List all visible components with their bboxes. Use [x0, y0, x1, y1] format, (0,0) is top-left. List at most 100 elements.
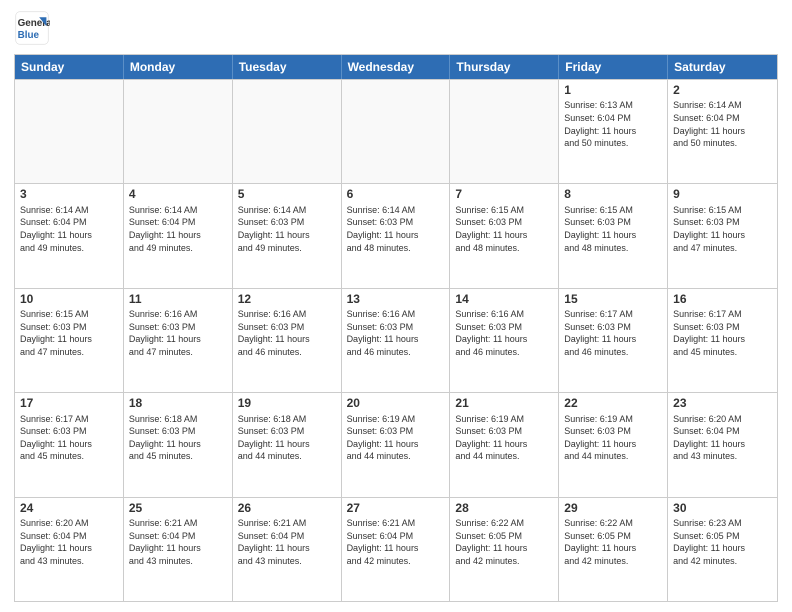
calendar-cell: 8 Sunrise: 6:15 AM Sunset: 6:03 PM Daylig…	[559, 184, 668, 287]
calendar-cell: 17Sunrise: 6:17 AM Sunset: 6:03 PM Dayli…	[15, 393, 124, 496]
day-number: 2	[673, 83, 772, 97]
day-info: Sunrise: 6:22 AM Sunset: 6:05 PM Dayligh…	[455, 517, 553, 567]
calendar-cell: 29 Sunrise: 6:22 AM Sunset: 6:05 PM Dayli…	[559, 498, 668, 601]
header-day-saturday: Saturday	[668, 55, 777, 79]
day-info: Sunrise: 6:17 AM Sunset: 6:03 PM Dayligh…	[20, 413, 118, 463]
calendar-row-4: 17Sunrise: 6:17 AM Sunset: 6:03 PM Dayli…	[15, 392, 777, 496]
calendar-cell: 22Sunrise: 6:19 AM Sunset: 6:03 PM Dayli…	[559, 393, 668, 496]
header-day-sunday: Sunday	[15, 55, 124, 79]
day-info: Sunrise: 6:14 AM Sunset: 6:03 PM Dayligh…	[347, 204, 445, 254]
calendar-cell	[450, 80, 559, 183]
calendar-cell: 24Sunrise: 6:20 AM Sunset: 6:04 PM Dayli…	[15, 498, 124, 601]
calendar-cell: 12Sunrise: 6:16 AM Sunset: 6:03 PM Dayli…	[233, 289, 342, 392]
day-number: 18	[129, 396, 227, 410]
day-info: Sunrise: 6:21 AM Sunset: 6:04 PM Dayligh…	[129, 517, 227, 567]
day-info: Sunrise: 6:14 AM Sunset: 6:03 PM Dayligh…	[238, 204, 336, 254]
calendar-row-2: 3 Sunrise: 6:14 AM Sunset: 6:04 PM Daylig…	[15, 183, 777, 287]
day-number: 9	[673, 187, 772, 201]
day-number: 22	[564, 396, 662, 410]
day-number: 28	[455, 501, 553, 515]
header-day-wednesday: Wednesday	[342, 55, 451, 79]
calendar-cell: 20 Sunrise: 6:19 AM Sunset: 6:03 PM Dayli…	[342, 393, 451, 496]
calendar-cell: 5 Sunrise: 6:14 AM Sunset: 6:03 PM Daylig…	[233, 184, 342, 287]
day-info: Sunrise: 6:16 AM Sunset: 6:03 PM Dayligh…	[238, 308, 336, 358]
calendar-row-3: 10Sunrise: 6:15 AM Sunset: 6:03 PM Dayli…	[15, 288, 777, 392]
calendar-cell: 14 Sunrise: 6:16 AM Sunset: 6:03 PM Dayli…	[450, 289, 559, 392]
day-info: Sunrise: 6:14 AM Sunset: 6:04 PM Dayligh…	[129, 204, 227, 254]
calendar-cell: 25 Sunrise: 6:21 AM Sunset: 6:04 PM Dayli…	[124, 498, 233, 601]
calendar-row-5: 24Sunrise: 6:20 AM Sunset: 6:04 PM Dayli…	[15, 497, 777, 601]
calendar-cell: 27 Sunrise: 6:21 AM Sunset: 6:04 PM Dayli…	[342, 498, 451, 601]
day-info: Sunrise: 6:17 AM Sunset: 6:03 PM Dayligh…	[673, 308, 772, 358]
calendar-cell: 6 Sunrise: 6:14 AM Sunset: 6:03 PM Daylig…	[342, 184, 451, 287]
header: General Blue	[14, 10, 778, 46]
header-day-friday: Friday	[559, 55, 668, 79]
calendar-cell: 16Sunrise: 6:17 AM Sunset: 6:03 PM Dayli…	[668, 289, 777, 392]
day-info: Sunrise: 6:19 AM Sunset: 6:03 PM Dayligh…	[347, 413, 445, 463]
calendar-cell: 3 Sunrise: 6:14 AM Sunset: 6:04 PM Daylig…	[15, 184, 124, 287]
day-info: Sunrise: 6:21 AM Sunset: 6:04 PM Dayligh…	[347, 517, 445, 567]
calendar-header: SundayMondayTuesdayWednesdayThursdayFrid…	[15, 55, 777, 79]
day-number: 4	[129, 187, 227, 201]
day-info: Sunrise: 6:22 AM Sunset: 6:05 PM Dayligh…	[564, 517, 662, 567]
calendar-cell: 30 Sunrise: 6:23 AM Sunset: 6:05 PM Dayli…	[668, 498, 777, 601]
day-number: 7	[455, 187, 553, 201]
day-number: 15	[564, 292, 662, 306]
day-number: 21	[455, 396, 553, 410]
calendar-cell: 28 Sunrise: 6:22 AM Sunset: 6:05 PM Dayli…	[450, 498, 559, 601]
day-info: Sunrise: 6:18 AM Sunset: 6:03 PM Dayligh…	[238, 413, 336, 463]
day-info: Sunrise: 6:14 AM Sunset: 6:04 PM Dayligh…	[20, 204, 118, 254]
calendar-cell: 23Sunrise: 6:20 AM Sunset: 6:04 PM Dayli…	[668, 393, 777, 496]
day-number: 14	[455, 292, 553, 306]
day-number: 6	[347, 187, 445, 201]
day-number: 8	[564, 187, 662, 201]
calendar-cell: 19 Sunrise: 6:18 AM Sunset: 6:03 PM Dayli…	[233, 393, 342, 496]
calendar-cell: 18 Sunrise: 6:18 AM Sunset: 6:03 PM Dayli…	[124, 393, 233, 496]
day-info: Sunrise: 6:23 AM Sunset: 6:05 PM Dayligh…	[673, 517, 772, 567]
calendar-cell	[124, 80, 233, 183]
day-info: Sunrise: 6:17 AM Sunset: 6:03 PM Dayligh…	[564, 308, 662, 358]
day-info: Sunrise: 6:16 AM Sunset: 6:03 PM Dayligh…	[455, 308, 553, 358]
day-number: 19	[238, 396, 336, 410]
day-number: 24	[20, 501, 118, 515]
day-number: 10	[20, 292, 118, 306]
day-number: 29	[564, 501, 662, 515]
calendar-cell: 1 Sunrise: 6:13 AM Sunset: 6:04 PM Daylig…	[559, 80, 668, 183]
calendar-cell: 21Sunrise: 6:19 AM Sunset: 6:03 PM Dayli…	[450, 393, 559, 496]
day-info: Sunrise: 6:18 AM Sunset: 6:03 PM Dayligh…	[129, 413, 227, 463]
day-number: 20	[347, 396, 445, 410]
header-day-monday: Monday	[124, 55, 233, 79]
calendar-cell: 11Sunrise: 6:16 AM Sunset: 6:03 PM Dayli…	[124, 289, 233, 392]
calendar-cell: 4 Sunrise: 6:14 AM Sunset: 6:04 PM Daylig…	[124, 184, 233, 287]
calendar-cell: 7 Sunrise: 6:15 AM Sunset: 6:03 PM Daylig…	[450, 184, 559, 287]
day-info: Sunrise: 6:15 AM Sunset: 6:03 PM Dayligh…	[455, 204, 553, 254]
calendar-cell	[15, 80, 124, 183]
header-day-tuesday: Tuesday	[233, 55, 342, 79]
calendar-cell: 15 Sunrise: 6:17 AM Sunset: 6:03 PM Dayli…	[559, 289, 668, 392]
day-info: Sunrise: 6:15 AM Sunset: 6:03 PM Dayligh…	[564, 204, 662, 254]
logo: General Blue	[14, 10, 50, 46]
calendar-body: 1 Sunrise: 6:13 AM Sunset: 6:04 PM Daylig…	[15, 79, 777, 601]
day-info: Sunrise: 6:13 AM Sunset: 6:04 PM Dayligh…	[564, 99, 662, 149]
calendar-cell	[342, 80, 451, 183]
calendar: SundayMondayTuesdayWednesdayThursdayFrid…	[14, 54, 778, 602]
day-number: 3	[20, 187, 118, 201]
logo-icon: General Blue	[14, 10, 50, 46]
day-info: Sunrise: 6:14 AM Sunset: 6:04 PM Dayligh…	[673, 99, 772, 149]
calendar-cell: 9Sunrise: 6:15 AM Sunset: 6:03 PM Daylig…	[668, 184, 777, 287]
calendar-cell: 26Sunrise: 6:21 AM Sunset: 6:04 PM Dayli…	[233, 498, 342, 601]
page: General Blue SundayMondayTuesdayWednesda…	[0, 0, 792, 612]
day-number: 5	[238, 187, 336, 201]
calendar-cell: 2 Sunrise: 6:14 AM Sunset: 6:04 PM Daylig…	[668, 80, 777, 183]
day-number: 23	[673, 396, 772, 410]
day-info: Sunrise: 6:16 AM Sunset: 6:03 PM Dayligh…	[347, 308, 445, 358]
day-number: 25	[129, 501, 227, 515]
day-number: 30	[673, 501, 772, 515]
calendar-cell: 13 Sunrise: 6:16 AM Sunset: 6:03 PM Dayli…	[342, 289, 451, 392]
header-day-thursday: Thursday	[450, 55, 559, 79]
day-number: 1	[564, 83, 662, 97]
day-number: 13	[347, 292, 445, 306]
day-number: 26	[238, 501, 336, 515]
day-number: 27	[347, 501, 445, 515]
calendar-cell: 10Sunrise: 6:15 AM Sunset: 6:03 PM Dayli…	[15, 289, 124, 392]
